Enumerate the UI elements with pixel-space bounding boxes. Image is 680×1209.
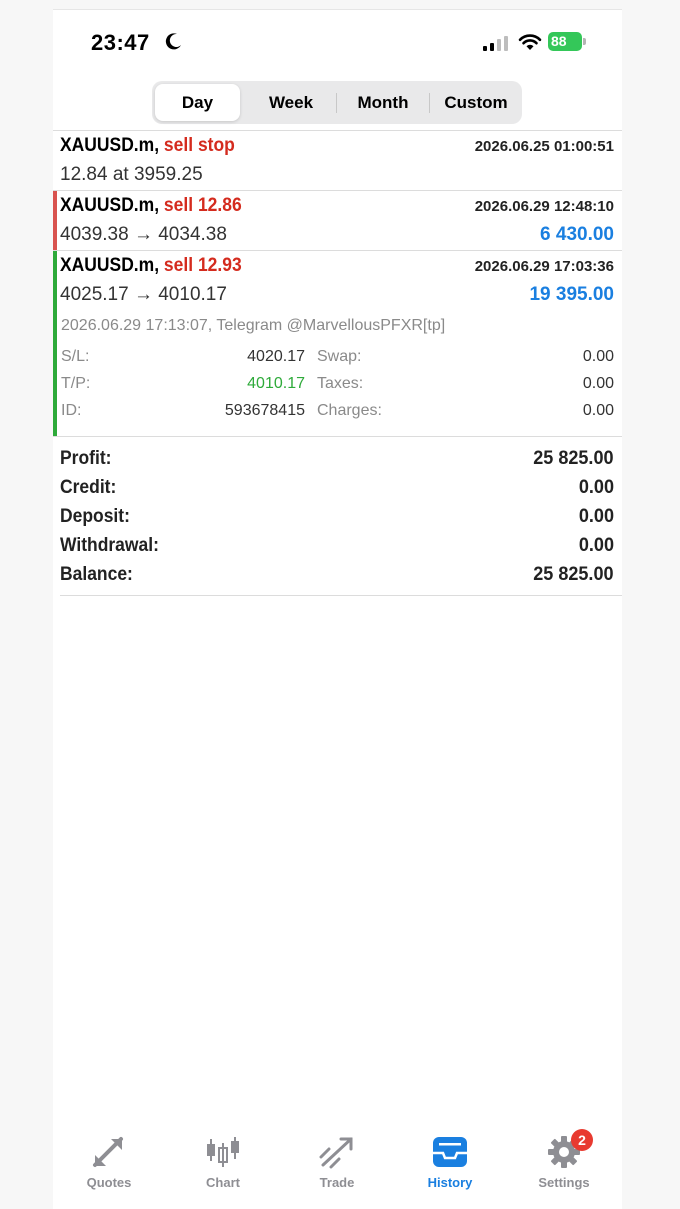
quotes-icon <box>93 1137 123 1167</box>
summary-withdrawal-value: 0.00 <box>578 535 614 556</box>
wifi-icon <box>518 34 542 50</box>
sl-value: 4020.17 <box>247 348 305 365</box>
charges-label: Charges: <box>317 402 382 419</box>
swap-label: Swap: <box>317 348 362 365</box>
candlestick-icon <box>207 1137 239 1167</box>
deal-symbol: XAUUSD.m, sell 12.86 <box>60 195 242 217</box>
deal-type: sell 12.93 <box>163 255 242 276</box>
tab-label: Chart <box>206 1175 240 1190</box>
status-time: 23:47 <box>91 30 150 55</box>
tp-value: 4010.17 <box>247 375 305 392</box>
tab-quotes[interactable]: Quotes <box>64 1135 154 1195</box>
summary-credit-value: 0.00 <box>578 477 614 498</box>
notification-badge: 2 <box>571 1129 593 1151</box>
segment-month[interactable]: Month <box>338 84 428 121</box>
charges-value: 0.00 <box>582 402 614 419</box>
tab-label: Quotes <box>86 1175 132 1190</box>
taxes-label: Taxes: <box>317 375 364 392</box>
deal-symbol: XAUUSD.m, sell 12.93 <box>60 255 242 277</box>
summary-balance-label: Balance: <box>60 564 133 585</box>
id-value: 593678415 <box>224 402 305 419</box>
cellular-signal-icon <box>483 36 508 51</box>
id-label: ID: <box>61 402 82 419</box>
tab-label: Trade <box>319 1175 355 1190</box>
inbox-icon <box>433 1137 467 1167</box>
tab-history[interactable]: History <box>405 1135 495 1195</box>
order-volume-price: 12.84 at 3959.25 <box>60 164 203 185</box>
tab-label: Settings <box>538 1175 590 1190</box>
summary-balance-value: 25 825.00 <box>533 564 614 585</box>
period-segmented-control: Day Week Month Custom <box>152 81 522 124</box>
summary-credit-label: Credit: <box>60 477 117 498</box>
order-type: sell stop <box>163 135 235 156</box>
order-row[interactable]: XAUUSD.m, sell stop 2026.06.25 01:00:51 … <box>53 131 622 190</box>
deal-accent-bar <box>53 251 57 437</box>
swap-value: 0.00 <box>582 348 614 365</box>
summary-profit-label: Profit: <box>60 448 112 469</box>
deal-prices: 4039.38 → 4034.38 <box>60 224 227 245</box>
deal-row[interactable]: XAUUSD.m, sell 12.86 2026.06.29 12:48:10… <box>53 191 622 250</box>
segment-divider <box>336 93 337 113</box>
deal-profit: 6 430.00 <box>540 224 614 245</box>
tab-trade[interactable]: Trade <box>292 1135 382 1195</box>
deal-accent-bar <box>53 191 57 250</box>
tab-settings[interactable]: 2 Settings <box>519 1129 609 1195</box>
sl-label: S/L: <box>61 348 90 365</box>
deal-time: 2026.06.29 17:03:36 <box>474 258 614 275</box>
segment-week[interactable]: Week <box>247 84 335 121</box>
symbol-name: XAUUSD.m, <box>60 255 160 276</box>
order-time: 2026.06.25 01:00:51 <box>474 138 614 155</box>
battery-tip <box>583 38 586 45</box>
taxes-value: 0.00 <box>582 375 614 392</box>
history-screen: 23:47 88 Day Week Month Custom XAUUSD.m,… <box>53 10 622 1209</box>
tp-label: T/P: <box>61 375 91 392</box>
battery-indicator: 88 <box>548 32 582 51</box>
moon-icon <box>165 33 181 50</box>
segment-day[interactable]: Day <box>155 84 240 121</box>
deal-type: sell 12.86 <box>163 195 242 216</box>
summary-deposit-label: Deposit: <box>60 506 130 527</box>
deal-comment: 2026.06.29 17:13:07, Telegram @Marvellou… <box>61 317 446 334</box>
tab-label: History <box>427 1175 473 1190</box>
summary-divider <box>60 595 622 596</box>
deal-time: 2026.06.29 12:48:10 <box>474 198 614 215</box>
symbol-name: XAUUSD.m, <box>60 195 160 216</box>
deal-profit: 19 395.00 <box>529 284 614 305</box>
segment-custom[interactable]: Custom <box>431 84 521 121</box>
deal-prices: 4025.17 → 4010.17 <box>60 284 227 305</box>
summary-deposit-value: 0.00 <box>578 506 614 527</box>
segment-divider <box>429 93 430 113</box>
symbol-name: XAUUSD.m, <box>60 135 160 156</box>
list-divider <box>53 436 622 437</box>
summary-profit-value: 25 825.00 <box>533 448 614 469</box>
tab-chart[interactable]: Chart <box>178 1135 268 1195</box>
order-symbol: XAUUSD.m, sell stop <box>60 135 235 157</box>
trade-icon <box>319 1137 353 1169</box>
summary-withdrawal-label: Withdrawal: <box>60 535 159 556</box>
